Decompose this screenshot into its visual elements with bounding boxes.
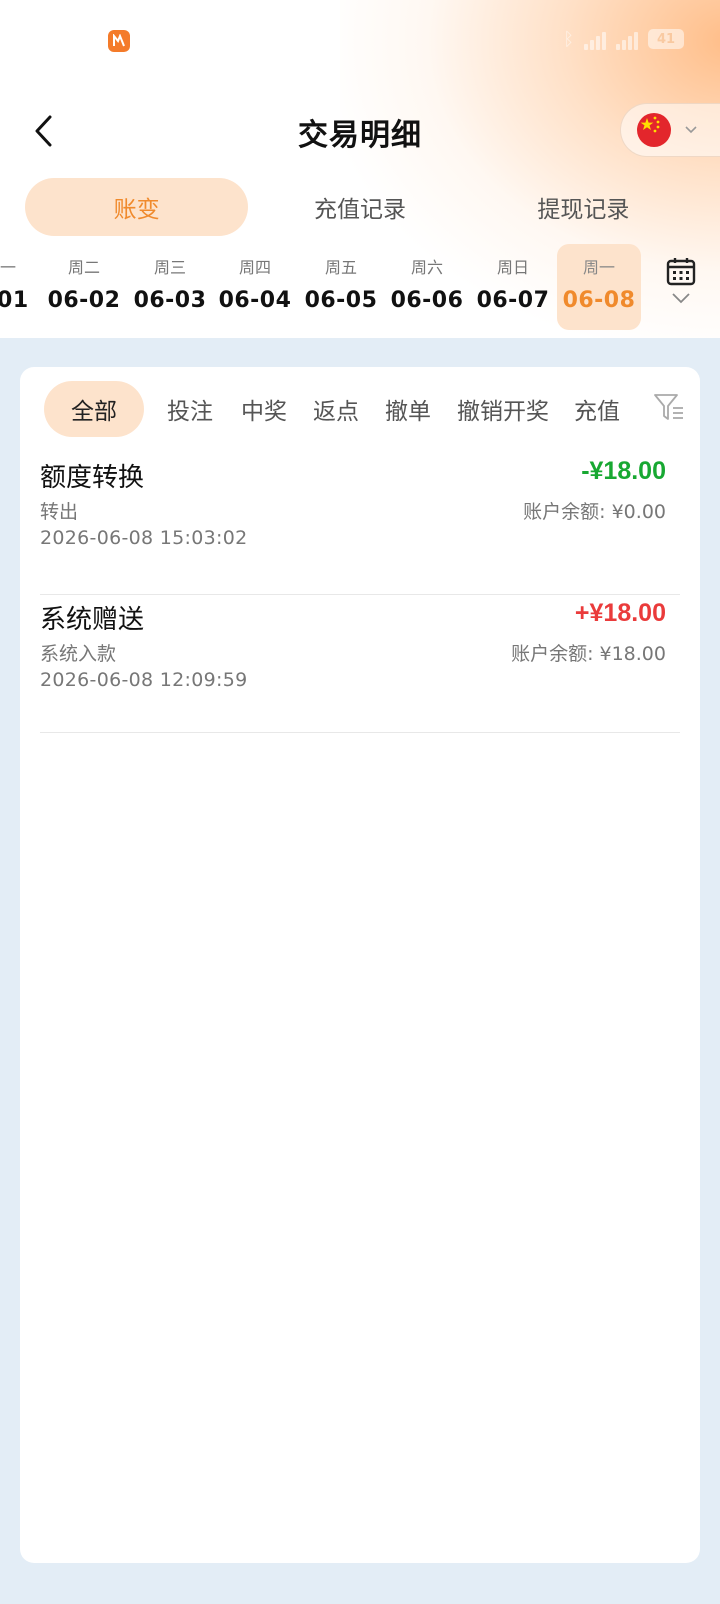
main-tabs: 账变 充值记录 提现记录 xyxy=(25,178,695,236)
date-weekday: 周五 xyxy=(324,258,357,277)
date-value: 06-03 xyxy=(133,288,207,313)
transactions-card: 全部 投注 中奖 返点 撤单 撤销开奖 充值 额度转换 转出 2026-06-0… xyxy=(20,367,700,1563)
transaction-title: 额度转换 xyxy=(40,463,145,493)
date-value: 06-07 xyxy=(476,288,550,313)
filter-all[interactable]: 全部 xyxy=(44,381,144,437)
date-weekday: 周六 xyxy=(410,258,443,277)
date-item[interactable]: 周三 06-03 xyxy=(128,244,212,330)
date-weekday: 周日 xyxy=(496,258,529,277)
signal-icon xyxy=(616,28,638,50)
filter-tabs: 全部 投注 中奖 返点 撤单 撤销开奖 充值 xyxy=(20,381,700,437)
calendar-icon xyxy=(666,258,696,286)
transaction-amount: +¥18.00 xyxy=(574,599,666,627)
filter-icon[interactable] xyxy=(652,391,686,425)
signal-icon xyxy=(584,28,606,50)
app-notification-icon xyxy=(108,30,130,52)
filter-cancel-order[interactable]: 撤单 xyxy=(378,381,438,437)
battery-icon: 41 xyxy=(648,29,684,49)
transaction-row[interactable]: 系统赠送 系统入款 2026-06-08 12:09:59 +¥18.00 账户… xyxy=(40,595,680,733)
date-weekday: 周三 xyxy=(153,258,186,277)
date-value: 06-06 xyxy=(390,288,464,313)
transaction-row[interactable]: 额度转换 转出 2026-06-08 15:03:02 -¥18.00 账户余额… xyxy=(40,457,680,595)
date-weekday: 周四 xyxy=(238,258,271,277)
date-value: 06-02 xyxy=(47,288,121,313)
date-item[interactable]: 周五 06-05 xyxy=(299,244,383,330)
date-value: 06-05 xyxy=(304,288,378,313)
transaction-list: 额度转换 转出 2026-06-08 15:03:02 -¥18.00 账户余额… xyxy=(40,457,680,733)
tab-withdraw-records[interactable]: 提现记录 xyxy=(472,178,695,236)
tab-recharge-records[interactable]: 充值记录 xyxy=(248,178,471,236)
transaction-time: 2026-06-08 12:09:59 xyxy=(40,669,248,691)
date-value: 06-08 xyxy=(562,288,636,313)
date-strip: 一 -01 周二 06-02 周三 06-03 周四 06-04 周五 06-0… xyxy=(0,244,720,332)
bluetooth-icon: ᛒ xyxy=(563,28,574,50)
nav-bar: 交易明细 xyxy=(0,100,720,162)
filter-recharge[interactable]: 充值 xyxy=(566,381,628,437)
date-item[interactable]: 周四 06-04 xyxy=(213,244,297,330)
transaction-balance: 账户余额: ¥0.00 xyxy=(523,501,666,523)
transaction-type: 系统入款 xyxy=(40,643,117,665)
date-item-selected[interactable]: 周一 06-08 xyxy=(557,244,641,330)
date-item[interactable]: 周六 06-06 xyxy=(385,244,469,330)
chevron-down-icon xyxy=(672,293,690,304)
tab-account-changes[interactable]: 账变 xyxy=(25,178,249,236)
transaction-type: 转出 xyxy=(40,501,79,523)
page-title: 交易明细 xyxy=(298,118,422,153)
chevron-down-icon xyxy=(685,126,697,134)
filter-cancel-draw[interactable]: 撤销开奖 xyxy=(452,381,554,437)
date-value: -01 xyxy=(0,288,29,313)
china-flag-icon xyxy=(637,113,671,147)
date-weekday: 一 xyxy=(0,258,16,277)
date-item[interactable]: 周二 06-02 xyxy=(42,244,126,330)
date-value: 06-04 xyxy=(218,288,292,313)
header-area: ᛒ 41 交易明细 账变 充值记录 提现记录 一 01 周二 06-02 周三 … xyxy=(0,0,720,338)
filter-win[interactable]: 中奖 xyxy=(234,381,294,437)
filter-rebate[interactable]: 返点 xyxy=(306,381,366,437)
language-selector[interactable] xyxy=(620,103,720,157)
date-weekday: 周二 xyxy=(67,258,100,277)
filter-bet[interactable]: 投注 xyxy=(160,381,220,437)
date-item[interactable]: 周日 06-07 xyxy=(471,244,555,330)
date-weekday: 周一 xyxy=(582,258,615,277)
transaction-time: 2026-06-08 15:03:02 xyxy=(40,527,248,549)
status-icons: ᛒ 41 xyxy=(563,28,684,50)
transaction-amount: -¥18.00 xyxy=(581,457,666,485)
transaction-balance: 账户余额: ¥18.00 xyxy=(511,643,666,665)
status-bar: ᛒ 41 xyxy=(0,0,720,80)
calendar-button[interactable] xyxy=(662,256,700,320)
transaction-title: 系统赠送 xyxy=(40,605,145,635)
